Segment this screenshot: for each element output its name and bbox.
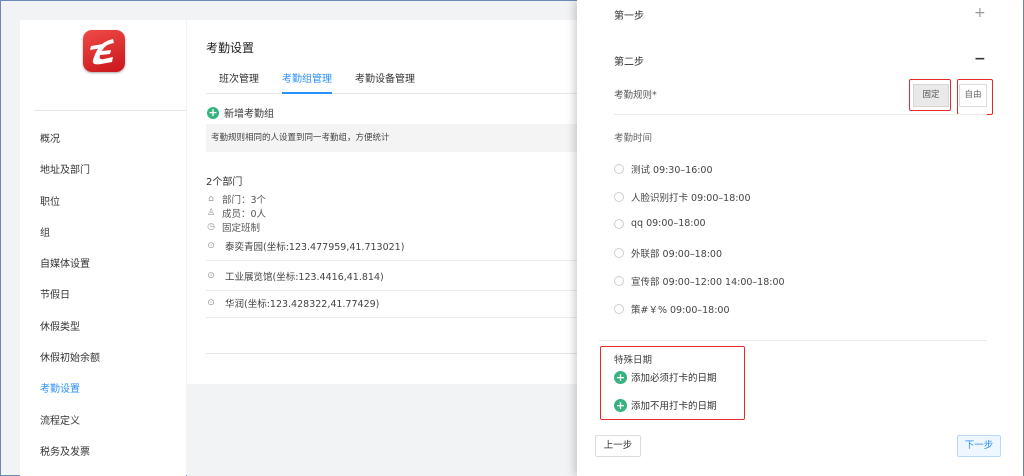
- home-icon: ⌂: [208, 194, 214, 204]
- shift-option[interactable]: qq 09:00–18:00: [614, 218, 706, 229]
- rule-free-button[interactable]: 自由: [959, 84, 987, 107]
- sidebar-item-leave-types[interactable]: 休假类型: [40, 320, 100, 351]
- main-content: 考勤设置 班次管理 考勤组管理 考勤设备管理 + 新增考勤组 考勤规则相同的人设…: [187, 20, 587, 384]
- plus-icon: +: [614, 370, 627, 384]
- location-pin-icon: ⊙: [207, 240, 215, 251]
- sidebar-divider: [34, 110, 186, 111]
- shift-option-label: qq 09:00–18:00: [631, 218, 706, 229]
- shift-option-label: 宣传部 09:00–12:00 14:00–18:00: [631, 277, 785, 288]
- content-background: [187, 384, 587, 476]
- collapse-minus-icon[interactable]: −: [974, 52, 986, 66]
- location-text: 泰奕青园(坐标:123.477959,41.713021): [225, 241, 405, 253]
- sidebar-item-attendance-settings[interactable]: 考勤设置: [40, 382, 100, 413]
- settings-drawer: 第一步 + 第二步 − 考勤规则* 固定 自由 考勤时间 测试 09:30–16…: [577, 0, 1023, 476]
- location-pin-icon: ⊙: [207, 297, 215, 308]
- location-row: ⊙ 工业展览馆(坐标:123.4416,41.814): [206, 261, 587, 291]
- attendance-rule-label: 考勤规则*: [614, 90, 657, 101]
- plus-icon: +: [207, 105, 219, 119]
- shift-option-label: 外联部 09:00–18:00: [631, 249, 723, 260]
- sidebar-item-leave-balance[interactable]: 休假初始余额: [40, 351, 100, 382]
- previous-step-button[interactable]: 上一步: [595, 435, 641, 457]
- departments-text: 部门：3个: [222, 195, 267, 206]
- tab-attendance-groups[interactable]: 考勤组管理: [282, 70, 332, 94]
- radio-icon[interactable]: [614, 276, 624, 286]
- attendance-time-label: 考勤时间: [614, 133, 653, 144]
- step-one-label: 第一步: [614, 11, 644, 22]
- location-row: ⊙ 泰奕青园(坐标:123.477959,41.713021): [206, 231, 587, 261]
- sidebar-item-holidays[interactable]: 节假日: [40, 288, 100, 319]
- location-text: 华润(坐标:123.428322,41.77429): [225, 298, 380, 310]
- rule-fixed-button[interactable]: 固定: [913, 84, 949, 107]
- members-row: ♙ 成员：0人: [206, 206, 266, 220]
- logo-mark-icon: [90, 39, 114, 65]
- tab-shift-management[interactable]: 班次管理: [219, 70, 259, 94]
- tab-attendance-devices[interactable]: 考勤设备管理: [355, 70, 415, 94]
- shift-option-label: 测试 09:30–16:00: [631, 165, 713, 176]
- radio-icon[interactable]: [614, 164, 624, 174]
- sidebar-item-overview[interactable]: 概况: [40, 132, 100, 163]
- user-icon: ♙: [206, 208, 216, 218]
- content-divider: [206, 353, 587, 354]
- special-dates-title: 特殊日期: [614, 355, 653, 366]
- sidebar-item-address-departments[interactable]: 地址及部门: [40, 163, 100, 194]
- next-step-button[interactable]: 下一步: [957, 435, 1001, 457]
- add-attendance-group-label: 新增考勤组: [224, 109, 274, 120]
- sidebar-item-groups[interactable]: 组: [40, 226, 100, 257]
- members-text: 成员：0人: [222, 209, 267, 220]
- shift-option[interactable]: 宣传部 09:00–12:00 14:00–18:00: [614, 274, 785, 288]
- location-pin-icon: ⊙: [207, 270, 215, 281]
- step-two-label: 第二步: [614, 57, 644, 68]
- plus-icon: +: [614, 398, 627, 412]
- add-not-required-date-label: 添加不用打卡的日期: [631, 401, 717, 412]
- sidebar-menu: 概况 地址及部门 职位 组 自媒体设置 节假日 休假类型 休假初始余额 考勤设置…: [40, 132, 100, 476]
- location-text: 工业展览馆(坐标:123.4416,41.814): [225, 271, 384, 283]
- rule-divider: [614, 114, 987, 115]
- hint-banner: 考勤规则相同的人设置到同一考勤组，方便统计: [206, 124, 587, 152]
- add-not-required-date-button[interactable]: + 添加不用打卡的日期: [614, 398, 717, 412]
- sidebar: 概况 地址及部门 职位 组 自媒体设置 节假日 休假类型 休假初始余额 考勤设置…: [20, 20, 186, 476]
- sidebar-item-positions[interactable]: 职位: [40, 195, 100, 226]
- departments-row: ⌂ 部门：3个: [206, 192, 266, 206]
- app-logo[interactable]: [83, 30, 125, 72]
- radio-icon[interactable]: [614, 248, 624, 258]
- add-attendance-group-button[interactable]: + 新增考勤组: [207, 105, 274, 120]
- radio-icon[interactable]: [614, 304, 624, 314]
- shift-option[interactable]: 人脸识别打卡 09:00–18:00: [614, 190, 751, 204]
- sidebar-item-media-settings[interactable]: 自媒体设置: [40, 257, 100, 288]
- shift-option[interactable]: 策#￥% 09:00–18:00: [614, 302, 730, 316]
- radio-icon[interactable]: [614, 218, 624, 229]
- section-divider: [599, 340, 987, 341]
- tab-bar: 班次管理 考勤组管理 考勤设备管理: [206, 70, 587, 94]
- shift-option-label: 策#￥% 09:00–18:00: [631, 305, 730, 316]
- expand-plus-icon[interactable]: +: [974, 6, 986, 20]
- add-required-date-label: 添加必须打卡的日期: [631, 373, 717, 384]
- radio-icon[interactable]: [614, 192, 624, 202]
- add-required-date-button[interactable]: + 添加必须打卡的日期: [614, 370, 717, 384]
- shift-option[interactable]: 外联部 09:00–18:00: [614, 246, 722, 260]
- group-title: 2个部门: [206, 177, 243, 188]
- sidebar-item-tax-invoice[interactable]: 税务及发票: [40, 445, 100, 476]
- shift-option-label: 人脸识别打卡 09:00–18:00: [631, 193, 751, 204]
- sidebar-item-workflow[interactable]: 流程定义: [40, 414, 100, 445]
- shift-option[interactable]: 测试 09:30–16:00: [614, 162, 713, 176]
- page-title: 考勤设置: [206, 41, 255, 55]
- location-row: ⊙ 华润(坐标:123.428322,41.77429): [206, 288, 587, 318]
